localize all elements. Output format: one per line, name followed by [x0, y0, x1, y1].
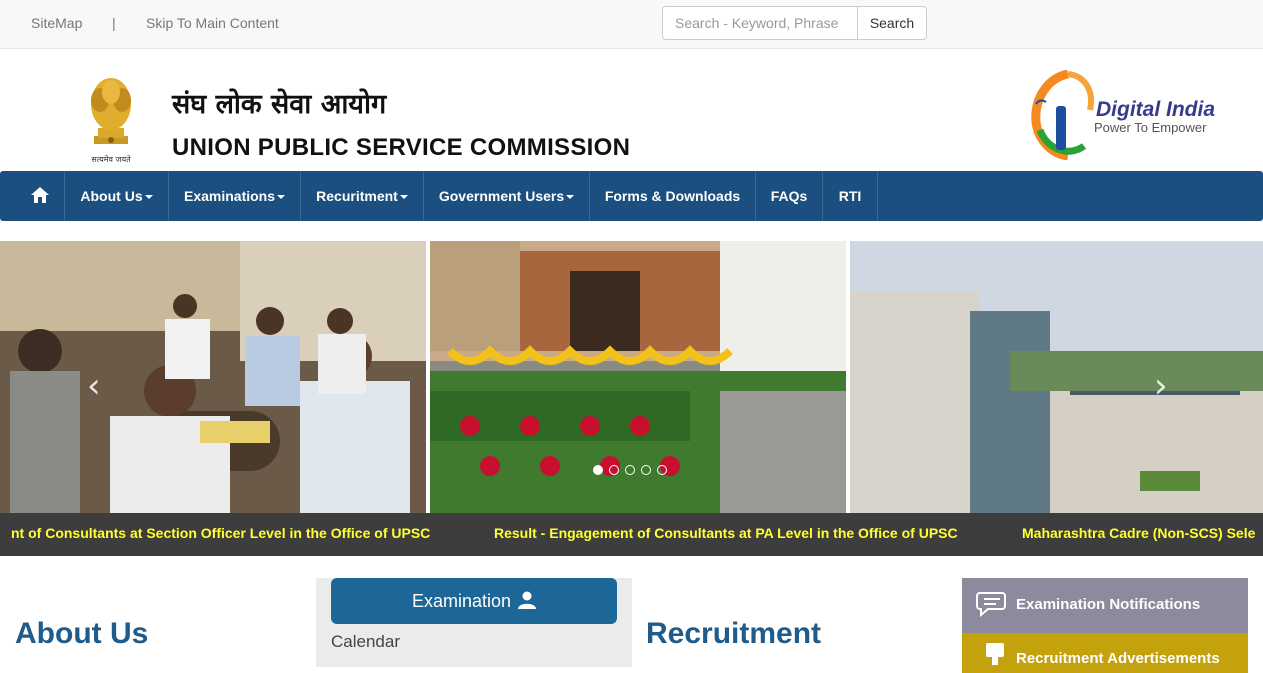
carousel-photo-meeting — [0, 241, 426, 513]
main-navbar: About Us Examinations Recuritment Govern… — [0, 171, 1263, 221]
ticker-item[interactable]: Result - Engagement of Consultants at PA… — [494, 525, 958, 541]
carousel-dot-5[interactable] — [657, 465, 667, 475]
home-icon — [30, 187, 49, 204]
search-button[interactable]: Search — [857, 6, 927, 40]
nav-home[interactable] — [15, 171, 65, 221]
examination-notifications-label: Examination Notifications — [1016, 596, 1201, 613]
digital-india-tagline: Power To Empower — [1094, 120, 1207, 135]
caret-down-icon — [144, 195, 153, 200]
caret-down-icon — [566, 195, 575, 200]
top-utility-bar: SiteMap | Skip To Main Content Search — [0, 0, 1263, 49]
nav-label: Recuritment — [316, 188, 398, 204]
carousel-dot-3[interactable] — [625, 465, 635, 475]
examination-button[interactable]: Examination — [331, 578, 617, 624]
nav-label: About Us — [80, 188, 143, 204]
digital-india-logo[interactable]: Digital India Power To Empower — [1028, 70, 1218, 160]
nav-about-us[interactable]: About Us — [65, 171, 169, 221]
nav-label: Forms & Downloads — [604, 188, 741, 204]
chat-bubbles-icon — [976, 592, 1006, 618]
examination-button-label: Examination — [411, 591, 512, 611]
nav-examinations[interactable]: Examinations — [169, 171, 301, 221]
news-ticker: nt of Consultants at Section Officer Lev… — [0, 513, 1263, 556]
carousel-prev-arrow[interactable]: ‹ — [87, 366, 101, 406]
calendar-link[interactable]: Calendar — [331, 632, 400, 652]
carousel-photo-campus — [850, 241, 1263, 513]
recruitment-heading: Recruitment — [646, 617, 822, 650]
skip-to-content-link[interactable]: Skip To Main Content — [146, 15, 279, 31]
topbar-separator: | — [112, 15, 116, 31]
carousel-dot-4[interactable] — [641, 465, 651, 475]
nav-rti[interactable]: RTI — [823, 171, 878, 221]
megaphone-icon — [986, 643, 1004, 665]
nav-label: Government Users — [438, 188, 565, 204]
national-emblem-logo[interactable]: सत्यमेव जयते — [80, 74, 142, 166]
carousel-dot-1[interactable] — [593, 465, 603, 475]
ticker-item[interactable]: Maharashtra Cadre (Non-SCS) Sele — [1022, 525, 1255, 541]
sitemap-link[interactable]: SiteMap — [31, 15, 82, 31]
about-us-heading: About Us — [15, 617, 149, 650]
recruitment-advertisements-label: Recruitment Advertisements — [1016, 650, 1220, 667]
carousel-dot-2[interactable] — [609, 465, 619, 475]
nav-recruitment[interactable]: Recuritment — [301, 171, 424, 221]
nav-label: RTI — [838, 188, 862, 204]
ticker-item[interactable]: nt of Consultants at Section Officer Lev… — [11, 525, 430, 541]
caret-down-icon — [277, 195, 286, 200]
recruitment-advertisements-tile[interactable]: Recruitment Advertisements — [962, 633, 1248, 673]
examination-notifications-tile[interactable]: Examination Notifications — [962, 578, 1248, 633]
search-input[interactable] — [662, 6, 858, 40]
nav-faqs[interactable]: FAQs — [756, 171, 823, 221]
carousel-next-arrow[interactable]: › — [1154, 366, 1168, 406]
nav-label: FAQs — [770, 188, 808, 204]
user-icon — [518, 591, 537, 610]
emblem-motto: सत्यमेव जयते — [91, 154, 131, 164]
carousel-photo-building-garden — [430, 241, 846, 513]
digital-india-title: Digital India — [1096, 98, 1215, 121]
nav-government-users[interactable]: Government Users — [424, 171, 590, 221]
nav-forms-downloads[interactable]: Forms & Downloads — [590, 171, 756, 221]
nav-label: Examinations — [183, 188, 276, 204]
caret-down-icon — [399, 195, 408, 200]
english-title: UNION PUBLIC SERVICE COMMISSION — [172, 134, 631, 161]
hindi-title: संघ लोक सेवा आयोग — [172, 89, 387, 120]
